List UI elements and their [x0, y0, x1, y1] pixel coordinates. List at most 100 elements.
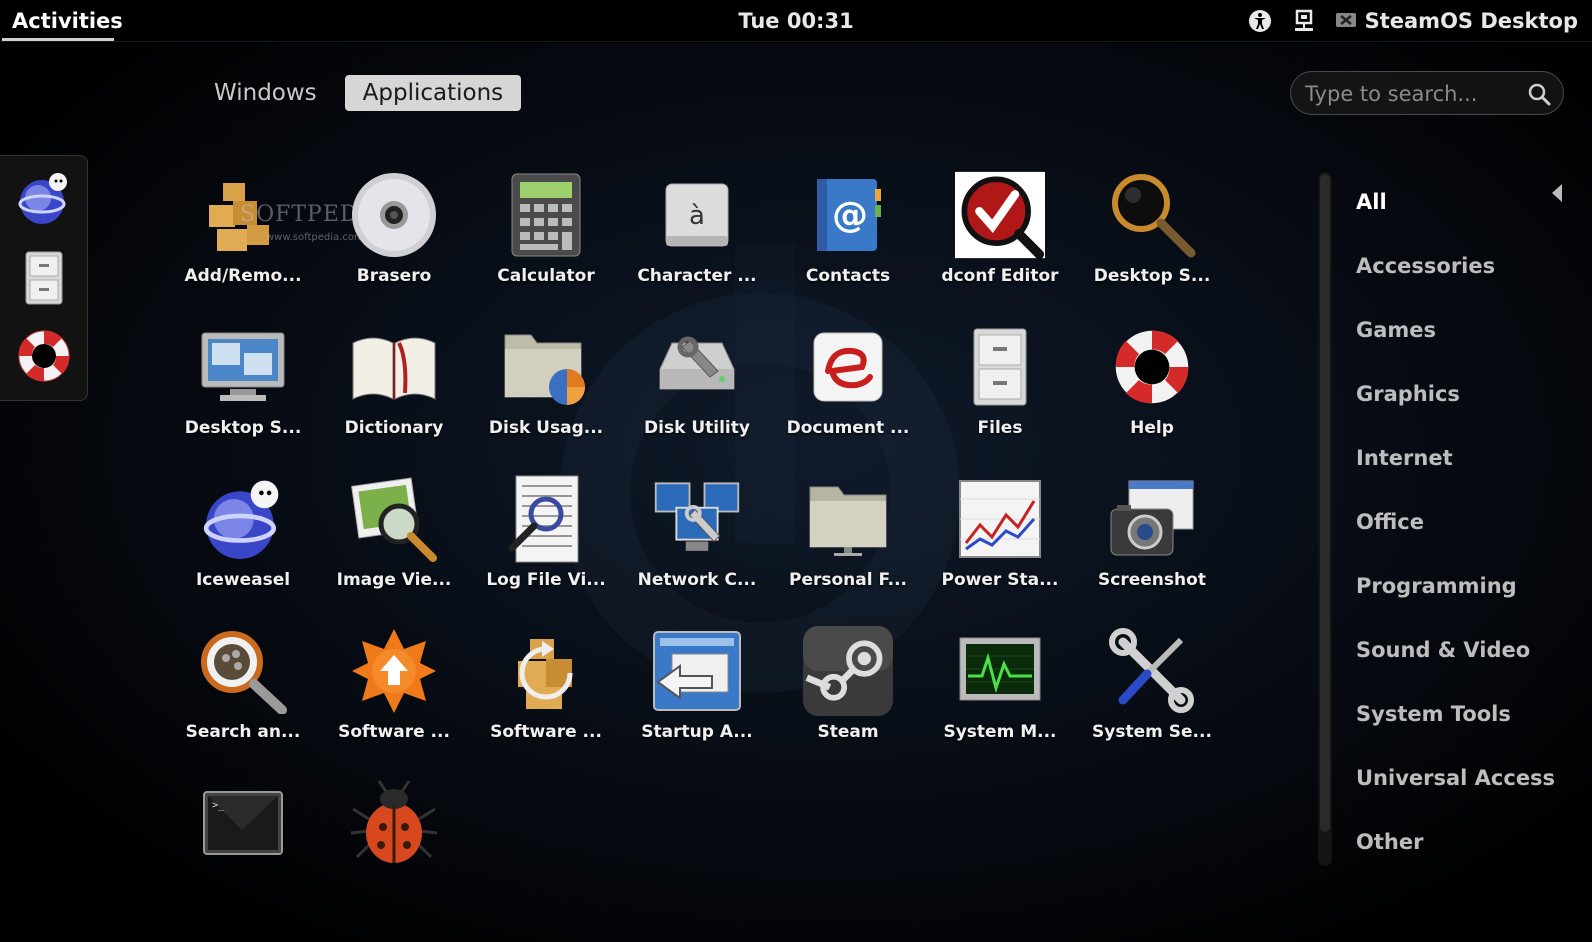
app-help[interactable]: Help — [1077, 322, 1227, 462]
app-disk-utility[interactable]: Disk Utility — [622, 322, 772, 462]
app-software-installer[interactable]: Software ... — [471, 626, 621, 766]
view-selector: Windows Applications — [204, 75, 522, 111]
app-grid-scrollbar[interactable] — [1318, 172, 1332, 866]
clock-label[interactable]: Tue 00:31 — [738, 9, 853, 33]
network-icon[interactable] — [1291, 8, 1317, 34]
dash-item-iceweasel[interactable] — [12, 166, 76, 230]
svg-text:@: @ — [832, 195, 868, 236]
dash-item-files[interactable] — [12, 246, 76, 310]
calculator-icon — [501, 170, 591, 260]
software-installer-icon — [501, 626, 591, 716]
category-system-tools[interactable]: System Tools — [1356, 694, 1586, 758]
search-input[interactable] — [1305, 80, 1515, 108]
app-document-viewer[interactable]: Document ... — [773, 322, 923, 462]
app-image-viewer[interactable]: Image Vie... — [319, 474, 469, 614]
app-label: System M... — [943, 722, 1057, 742]
dconf-icon — [955, 170, 1045, 260]
disk-usage-icon — [501, 322, 591, 412]
app-brasero[interactable]: Brasero — [319, 170, 469, 310]
app-power-statistics[interactable]: Power Sta... — [925, 474, 1075, 614]
app-disk-usage[interactable]: Disk Usag... — [471, 322, 621, 462]
app-files[interactable]: Files — [925, 322, 1075, 462]
app-label: Character ... — [637, 266, 757, 286]
app-label: Files — [977, 418, 1023, 438]
app-label: Help — [1130, 418, 1174, 438]
app-label: Desktop S... — [1093, 266, 1211, 286]
document-viewer-icon — [803, 322, 893, 412]
app-log-file-viewer[interactable]: Log File Vi... — [471, 474, 621, 614]
app-personal-file-sharing[interactable]: Personal F... — [773, 474, 923, 614]
camera-icon — [1107, 474, 1197, 564]
app-label: System Se... — [1092, 722, 1212, 742]
app-label: Software ... — [490, 722, 602, 742]
system-monitor-icon — [955, 626, 1045, 716]
app-contacts[interactable]: @ Contacts — [773, 170, 923, 310]
activities-button[interactable]: Activities — [0, 0, 135, 42]
search-files-icon — [198, 626, 288, 716]
user-icon — [1335, 13, 1356, 27]
app-dictionary[interactable]: Dictionary — [319, 322, 469, 462]
top-bar: Activities Tue 00:31 SteamOS Desktop — [0, 0, 1592, 42]
app-system-monitor[interactable]: System M... — [925, 626, 1075, 766]
scrollbar-thumb[interactable] — [1320, 174, 1330, 832]
category-internet[interactable]: Internet — [1356, 438, 1586, 502]
image-viewer-icon — [349, 474, 439, 564]
app-terminal[interactable]: >_ — [168, 778, 318, 918]
app-dconf-editor[interactable]: dconf Editor — [925, 170, 1075, 310]
app-desktop-sharing[interactable]: Desktop S... — [168, 322, 318, 462]
category-graphics[interactable]: Graphics — [1356, 374, 1586, 438]
app-label: Disk Usag... — [488, 418, 604, 438]
app-iceweasel[interactable]: Iceweasel — [168, 474, 318, 614]
dash-item-help[interactable] — [12, 324, 76, 388]
app-label: dconf Editor — [941, 266, 1059, 286]
contacts-icon: @ — [803, 170, 893, 260]
app-label: Screenshot — [1098, 570, 1206, 590]
category-office[interactable]: Office — [1356, 502, 1586, 566]
category-accessories[interactable]: Accessories — [1356, 246, 1586, 310]
search-box — [1290, 71, 1564, 115]
app-label: Image Vie... — [336, 570, 452, 590]
app-screenshot[interactable]: Screenshot — [1077, 474, 1227, 614]
app-label: Network C... — [637, 570, 757, 590]
app-label: Add/Remo... — [184, 266, 302, 286]
category-other[interactable]: Other — [1356, 822, 1586, 886]
svg-text:>_: >_ — [212, 800, 225, 811]
magnifier-icon — [1107, 170, 1197, 260]
app-bug-reporter[interactable] — [319, 778, 469, 918]
monitor-icon — [198, 322, 288, 412]
app-character-map[interactable]: à Character ... — [622, 170, 772, 310]
iceweasel-icon — [198, 474, 288, 564]
iceweasel-icon — [18, 173, 67, 224]
book-icon — [349, 322, 439, 412]
category-sound-video[interactable]: Sound & Video — [1356, 630, 1586, 694]
app-system-settings[interactable]: System Se... — [1077, 626, 1227, 766]
system-settings-icon — [1107, 626, 1197, 716]
app-label: Brasero — [356, 266, 432, 286]
app-search-files[interactable]: Search an... — [168, 626, 318, 766]
search-icon — [1528, 83, 1551, 106]
accessibility-icon[interactable] — [1247, 8, 1273, 34]
category-all[interactable]: All — [1356, 182, 1586, 246]
category-universal-access[interactable]: Universal Access — [1356, 758, 1586, 822]
disc-icon — [349, 170, 439, 260]
app-label: Dictionary — [344, 418, 444, 438]
category-games[interactable]: Games — [1356, 310, 1586, 374]
app-desktop-search[interactable]: Desktop S... — [1077, 170, 1227, 310]
power-stats-icon — [955, 474, 1045, 564]
user-menu[interactable]: SteamOS Desktop — [1335, 9, 1578, 33]
app-steam[interactable]: Steam — [773, 626, 923, 766]
dash — [0, 155, 88, 401]
app-software-update[interactable]: Software ... — [319, 626, 469, 766]
tab-applications[interactable]: Applications — [344, 75, 522, 111]
category-programming[interactable]: Programming — [1356, 566, 1586, 630]
app-label: Startup A... — [641, 722, 753, 742]
category-list: All Accessories Games Graphics Internet … — [1356, 182, 1586, 886]
tab-windows[interactable]: Windows — [204, 75, 327, 111]
app-calculator[interactable]: Calculator — [471, 170, 621, 310]
svg-text:à: à — [689, 201, 705, 231]
app-network-tools[interactable]: Network C... — [622, 474, 772, 614]
log-viewer-icon — [501, 474, 591, 564]
app-startup-applications[interactable]: Startup A... — [622, 626, 772, 766]
app-label: Power Sta... — [941, 570, 1059, 590]
app-label: Disk Utility — [644, 418, 750, 438]
